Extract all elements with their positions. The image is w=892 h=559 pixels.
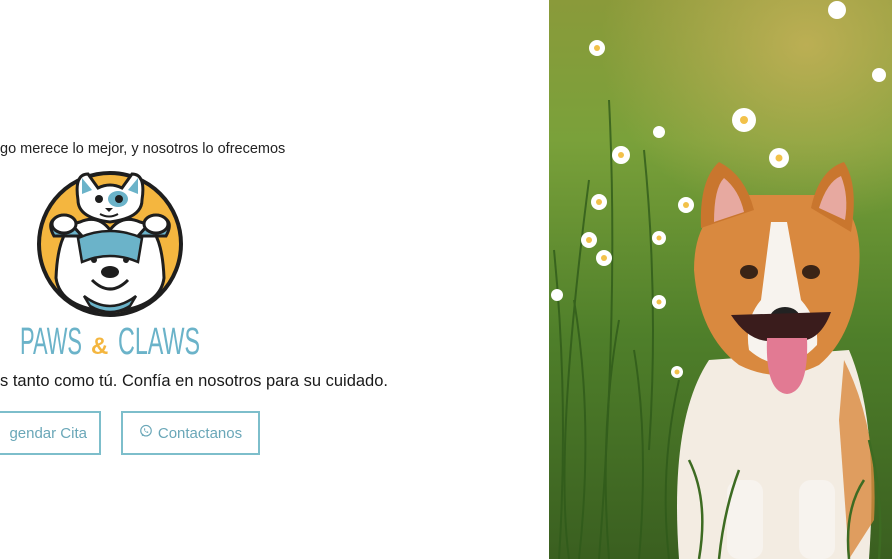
corgi-photo-illustration	[549, 0, 892, 559]
logo-text-claws: CLAWS	[118, 321, 200, 362]
hero-left-panel: go merece lo mejor, y nosotros lo ofrece…	[0, 0, 549, 559]
logo-graphic: PAWS & CLAWS	[20, 171, 200, 363]
paws-claws-logo: PAWS & CLAWS	[18, 166, 208, 363]
logo-text-amp: &	[91, 333, 108, 360]
contact-button[interactable]: Contactanos	[121, 411, 260, 455]
hero-subtitle: s tanto como tú. Confía en nosotros para…	[0, 372, 388, 390]
book-appointment-label: gendar Cita	[9, 424, 87, 442]
contact-label: Contactanos	[157, 424, 243, 442]
hero-dog-photo	[549, 0, 892, 559]
hero-tagline: go merece lo mejor, y nosotros lo ofrece…	[0, 141, 286, 157]
logo-text-paws: PAWS	[20, 321, 82, 362]
whatsapp-icon	[139, 424, 153, 442]
book-appointment-button[interactable]: gendar Cita	[0, 411, 101, 455]
